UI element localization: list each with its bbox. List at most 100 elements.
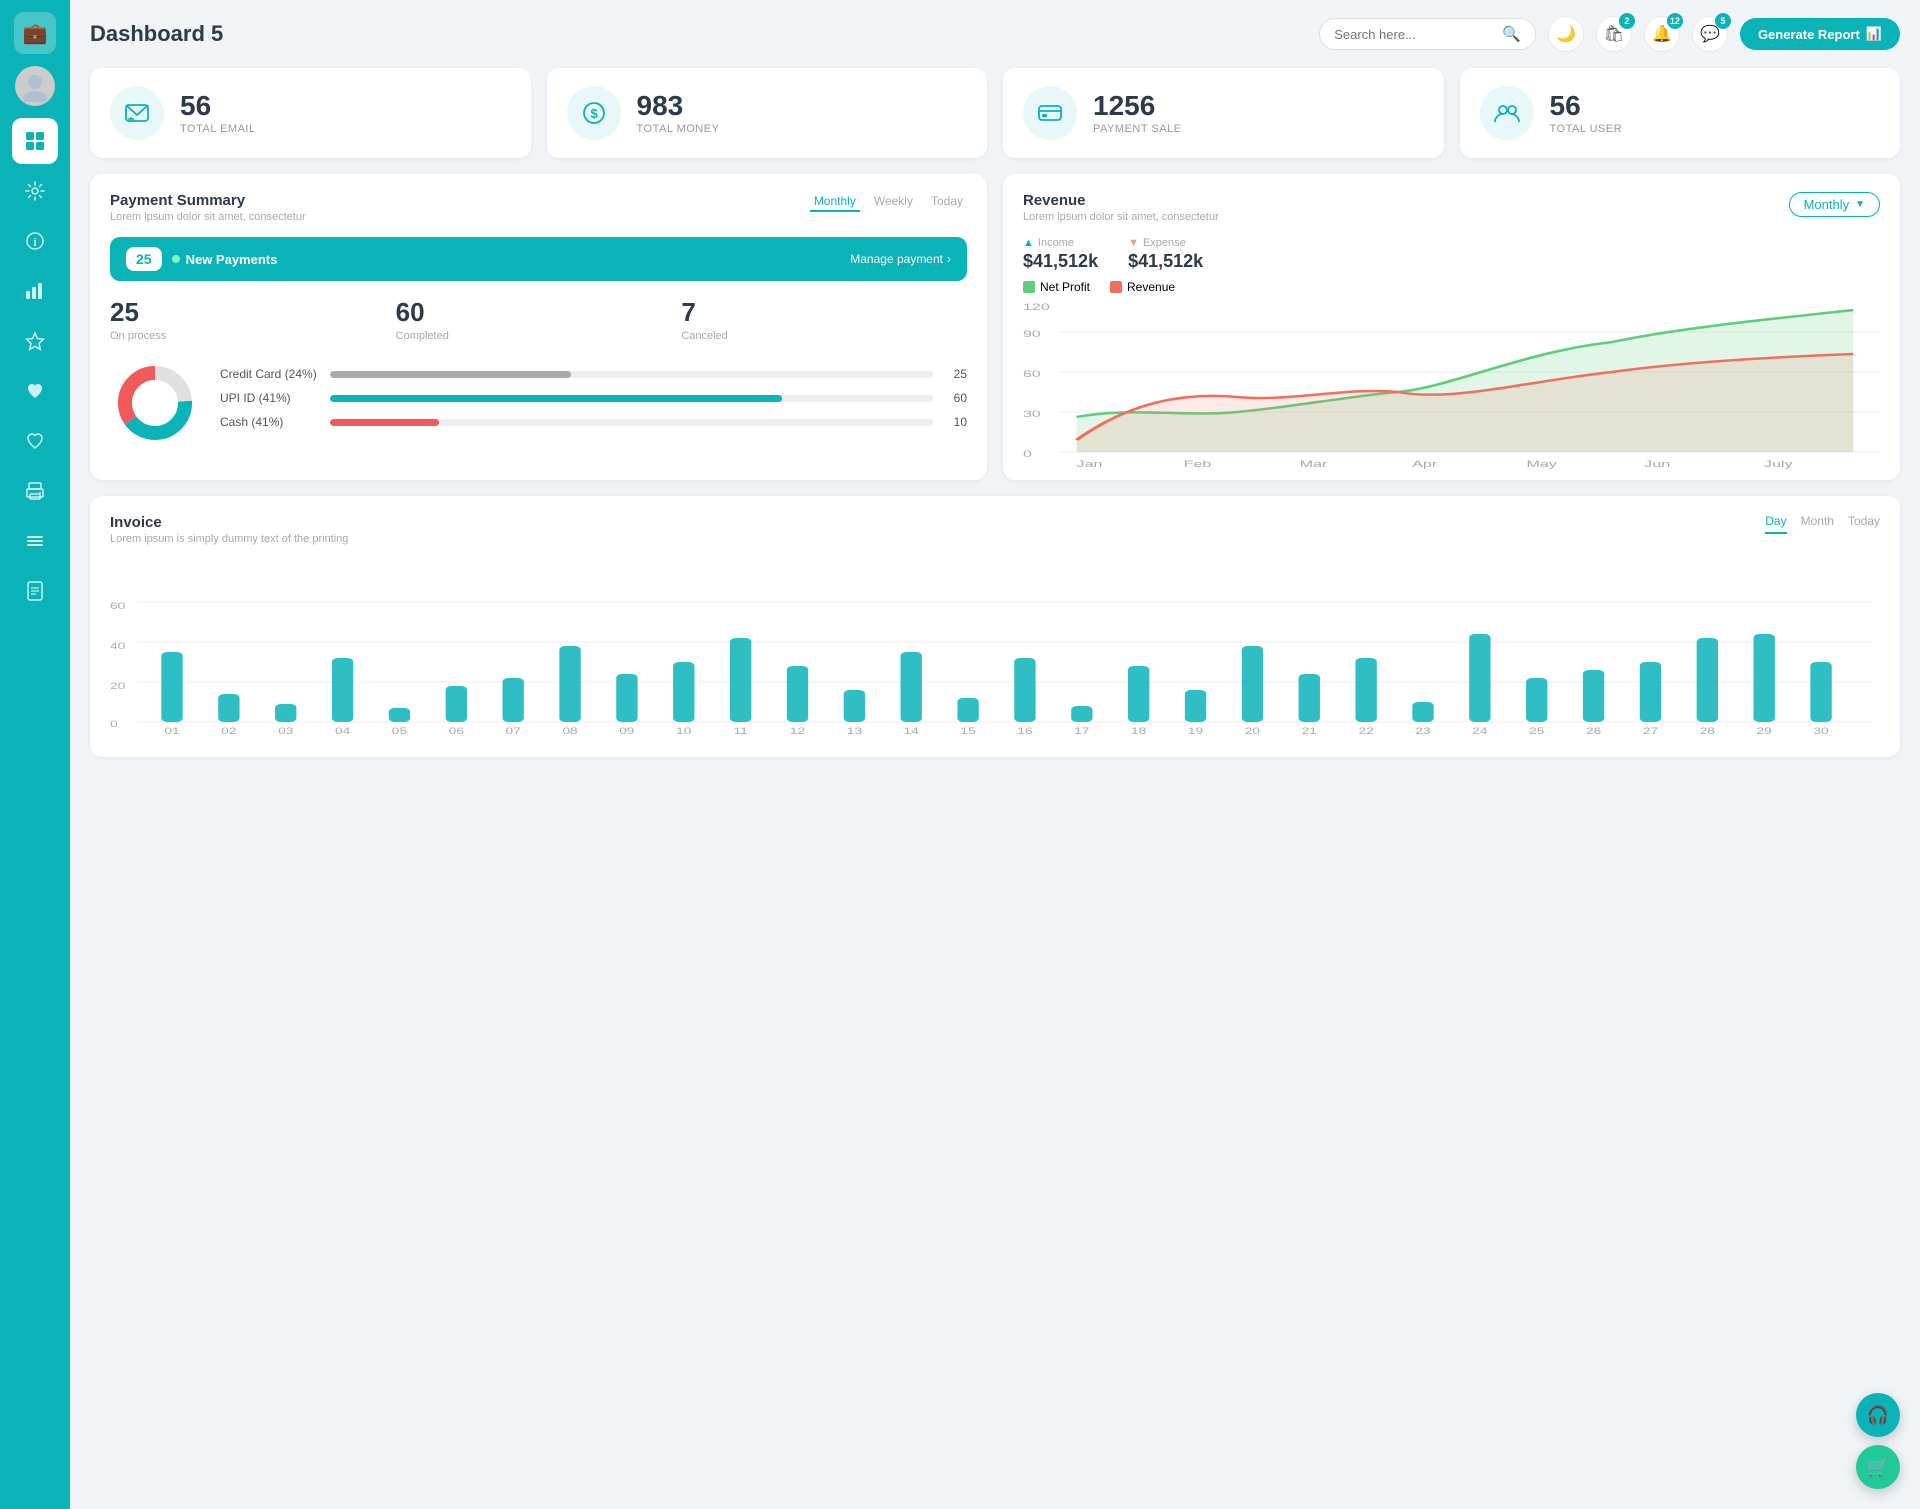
- svg-text:01: 01: [164, 726, 179, 734]
- svg-text:15: 15: [960, 726, 975, 734]
- sidebar-item-star[interactable]: [12, 318, 58, 364]
- svg-text:0: 0: [110, 719, 118, 729]
- bell-badge: 12: [1667, 13, 1683, 29]
- sidebar-avatar[interactable]: [15, 66, 55, 106]
- revenue-tab-monthly: Monthly: [1804, 197, 1850, 212]
- search-input[interactable]: [1334, 27, 1494, 42]
- revenue-subtitle: Lorem ipsum dolor sit amet, consectetur: [1023, 211, 1219, 223]
- svg-text:$: $: [590, 106, 598, 121]
- support-fab[interactable]: 🎧: [1856, 1393, 1900, 1437]
- payment-bottom: Credit Card (24%) 25 UPI ID (41%) 60: [110, 358, 967, 448]
- fab-group: 🎧 🛒: [1856, 1393, 1900, 1489]
- svg-text:40: 40: [110, 641, 125, 651]
- cash-label: Cash (41%): [220, 415, 320, 429]
- expense-label: ▼ Expense: [1128, 237, 1203, 249]
- tab-today[interactable]: Today: [927, 192, 967, 212]
- sidebar-item-info[interactable]: i: [12, 218, 58, 264]
- completed-item: 60 Completed: [396, 297, 682, 342]
- svg-text:07: 07: [506, 726, 521, 734]
- svg-text:24: 24: [1472, 726, 1488, 734]
- payment-summary-panel: Payment Summary Lorem ipsum dolor sit am…: [90, 174, 987, 480]
- svg-text:08: 08: [562, 726, 577, 734]
- messages-btn[interactable]: 💬 5: [1692, 16, 1728, 52]
- sidebar-item-heart2[interactable]: [12, 418, 58, 464]
- header: Dashboard 5 🔍 🌙 🛍 2 🔔 12 💬 5 Gen: [90, 16, 1900, 52]
- bag-badge: 2: [1619, 13, 1635, 29]
- payment-bar-cash: Cash (41%) 10: [220, 415, 967, 429]
- sidebar-item-dashboard[interactable]: [12, 118, 58, 164]
- money-icon: $: [567, 86, 621, 140]
- sidebar-item-print[interactable]: [12, 468, 58, 514]
- invoice-tabs: Day Month Today: [1765, 514, 1880, 534]
- svg-text:22: 22: [1358, 726, 1373, 734]
- expense-icon: ▼: [1128, 237, 1139, 249]
- svg-text:04: 04: [335, 726, 351, 734]
- sidebar-item-heart[interactable]: [12, 368, 58, 414]
- svg-text:Feb: Feb: [1184, 459, 1212, 469]
- income-amount: $41,512k: [1023, 251, 1098, 272]
- payment-tabs: Monthly Weekly Today: [810, 192, 967, 212]
- chart-icon: 📊: [1866, 26, 1882, 42]
- stat-info-email: 56 TOTAL EMAIL: [180, 91, 256, 136]
- sidebar-item-settings[interactable]: [12, 168, 58, 214]
- stat-info-payment: 1256 PAYMENT SALE: [1093, 91, 1182, 136]
- shopping-icon-btn[interactable]: 🛍 2: [1596, 16, 1632, 52]
- svg-text:26: 26: [1586, 726, 1601, 734]
- cart-fab[interactable]: 🛒: [1856, 1445, 1900, 1489]
- sidebar-item-docs[interactable]: [12, 568, 58, 614]
- sidebar-item-list[interactable]: [12, 518, 58, 564]
- np-dot: [172, 255, 180, 263]
- svg-text:Mar: Mar: [1300, 459, 1328, 469]
- generate-report-button[interactable]: Generate Report 📊: [1740, 18, 1900, 50]
- svg-text:21: 21: [1302, 726, 1317, 734]
- process-stats: 25 On process 60 Completed 7 Canceled: [110, 297, 967, 342]
- svg-text:30: 30: [1813, 726, 1828, 734]
- sidebar-logo[interactable]: 💼: [14, 12, 56, 54]
- svg-text:Jan: Jan: [1077, 459, 1103, 469]
- money-label: TOTAL MONEY: [637, 123, 720, 135]
- search-box[interactable]: 🔍: [1319, 18, 1536, 50]
- page-title: Dashboard 5: [90, 21, 223, 47]
- stat-card-money: $ 983 TOTAL MONEY: [547, 68, 988, 158]
- sidebar-item-analytics[interactable]: [12, 268, 58, 314]
- svg-text:11: 11: [734, 726, 748, 734]
- canceled-label: Canceled: [681, 330, 967, 342]
- stats-row: 56 TOTAL EMAIL $ 983 TOTAL MONEY 1256 PA…: [90, 68, 1900, 158]
- tab-weekly[interactable]: Weekly: [870, 192, 917, 212]
- credit-label: Credit Card (24%): [220, 367, 320, 381]
- svg-text:Apr: Apr: [1412, 459, 1438, 469]
- chart-legend: Net Profit Revenue: [1023, 280, 1880, 294]
- invoice-tab-today[interactable]: Today: [1848, 514, 1880, 534]
- completed-number: 60: [396, 297, 682, 328]
- payment-bar-credit: Credit Card (24%) 25: [220, 367, 967, 381]
- revenue-chart: 0 30 60 90 120 Jan Feb Mar Apr May: [1023, 302, 1880, 462]
- completed-label: Completed: [396, 330, 682, 342]
- theme-toggle-btn[interactable]: 🌙: [1548, 16, 1584, 52]
- svg-text:Jun: Jun: [1644, 459, 1670, 469]
- svg-text:13: 13: [847, 726, 862, 734]
- main-content: Dashboard 5 🔍 🌙 🛍 2 🔔 12 💬 5 Gen: [70, 0, 1920, 1509]
- user-icon: [1480, 86, 1534, 140]
- payment-header: Payment Summary Lorem ipsum dolor sit am…: [110, 192, 967, 223]
- credit-val: 25: [943, 367, 967, 381]
- canceled-item: 7 Canceled: [681, 297, 967, 342]
- invoice-subtitle: Lorem ipsum is simply dummy text of the …: [110, 533, 348, 545]
- expense-amount: $41,512k: [1128, 251, 1203, 272]
- svg-text:16: 16: [1017, 726, 1032, 734]
- revenue-header: Revenue Lorem ipsum dolor sit amet, cons…: [1023, 192, 1880, 223]
- payment-subtitle: Lorem ipsum dolor sit amet, consectetur: [110, 211, 306, 223]
- notification-btn[interactable]: 🔔 12: [1644, 16, 1680, 52]
- svg-text:July: July: [1764, 459, 1793, 469]
- svg-text:10: 10: [676, 726, 691, 734]
- stat-info-user: 56 TOTAL USER: [1550, 91, 1623, 136]
- payment-number: 1256: [1093, 91, 1182, 122]
- tab-monthly[interactable]: Monthly: [810, 192, 860, 212]
- upi-track: [330, 395, 933, 402]
- new-payments-count: 25: [126, 247, 162, 271]
- headset-icon: 🎧: [1867, 1405, 1889, 1426]
- revenue-monthly-dropdown[interactable]: Monthly ▼: [1789, 192, 1880, 217]
- invoice-tab-day[interactable]: Day: [1765, 514, 1786, 534]
- manage-payment-link[interactable]: Manage payment ›: [850, 252, 951, 266]
- svg-text:0: 0: [1023, 449, 1032, 459]
- invoice-tab-month[interactable]: Month: [1801, 514, 1834, 534]
